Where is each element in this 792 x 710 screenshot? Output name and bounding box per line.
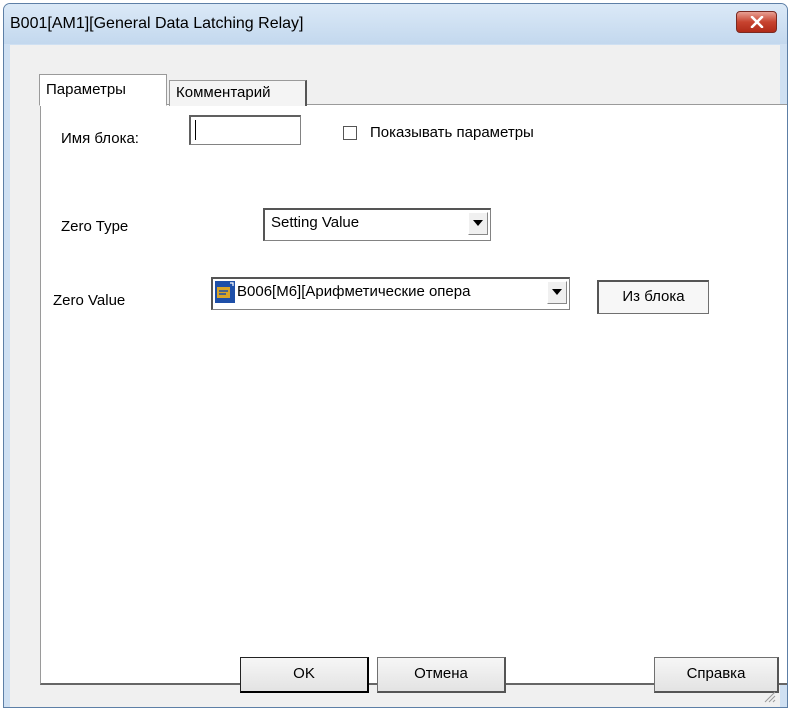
zero-type-dropdown-button[interactable]	[468, 212, 488, 235]
tab-parameters[interactable]: Параметры	[39, 74, 167, 106]
tab-parameters-label: Параметры	[46, 81, 126, 98]
tab-comment-label: Комментарий	[176, 84, 271, 101]
text-caret	[195, 120, 196, 140]
from-block-label: Из блока	[622, 288, 685, 305]
ok-button[interactable]: OK	[240, 657, 369, 693]
cancel-button[interactable]: Отмена	[377, 657, 506, 693]
zero-value-dropdown-button[interactable]	[547, 281, 567, 304]
zero-value-label: Zero Value	[53, 292, 126, 309]
block-icon	[215, 281, 235, 303]
resize-grip-icon[interactable]	[764, 691, 776, 703]
tab-panel	[40, 104, 787, 685]
show-params-label[interactable]: Показывать параметры	[370, 124, 534, 141]
tab-comment[interactable]: Комментарий	[169, 80, 307, 106]
window-title: B001[AM1][General Data Latching Relay]	[10, 15, 304, 32]
zero-value-value: B006[M6][Арифметические опера	[237, 283, 471, 300]
zero-type-label: Zero Type	[61, 218, 129, 235]
dialog-window: B001[AM1][General Data Latching Relay] П…	[3, 3, 788, 708]
help-button[interactable]: Справка	[654, 657, 779, 693]
block-name-input[interactable]	[189, 115, 301, 145]
show-params-checkbox[interactable]	[343, 126, 357, 140]
zero-type-select[interactable]: Setting Value	[263, 208, 491, 241]
dialog-client-area: Параметры Комментарий Имя блока: Показыв…	[10, 45, 787, 707]
close-button[interactable]	[736, 11, 777, 33]
close-icon	[750, 16, 764, 28]
title-bar[interactable]: B001[AM1][General Data Latching Relay]	[4, 4, 787, 44]
help-button-label: Справка	[686, 665, 746, 682]
zero-value-select[interactable]: B006[M6][Арифметические опера	[211, 277, 570, 310]
cancel-button-label: Отмена	[414, 665, 468, 682]
from-block-button[interactable]: Из блока	[597, 280, 709, 314]
zero-type-value: Setting Value	[271, 214, 360, 231]
chevron-down-icon	[552, 289, 562, 295]
ok-button-label: OK	[293, 665, 315, 682]
chevron-down-icon	[473, 220, 483, 226]
block-name-label: Имя блока:	[61, 130, 139, 147]
